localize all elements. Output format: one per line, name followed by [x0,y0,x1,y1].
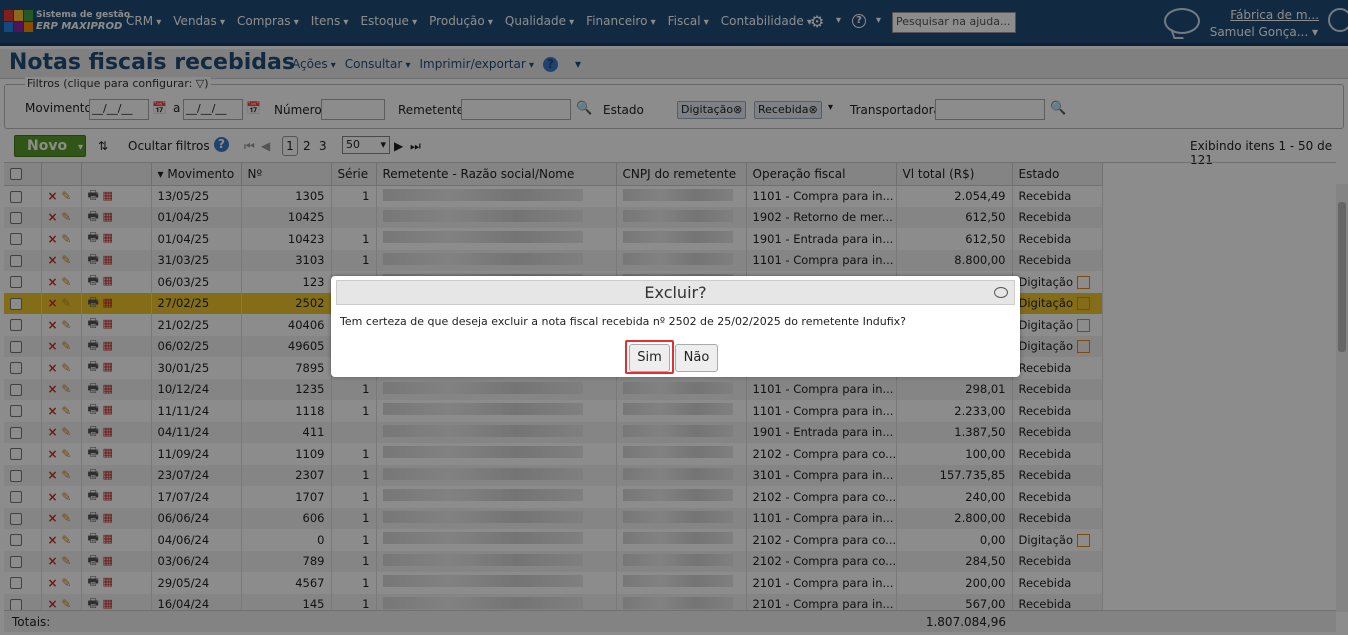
dialog-message: Tem certeza de que deseja excluir a nota… [340,315,907,328]
dialog-title: Excluir? [336,280,1015,305]
comment-icon[interactable] [994,287,1008,298]
nao-button[interactable]: Não [675,344,718,372]
dialog-title-text: Excluir? [644,283,707,302]
sim-button[interactable]: Sim [629,344,670,372]
